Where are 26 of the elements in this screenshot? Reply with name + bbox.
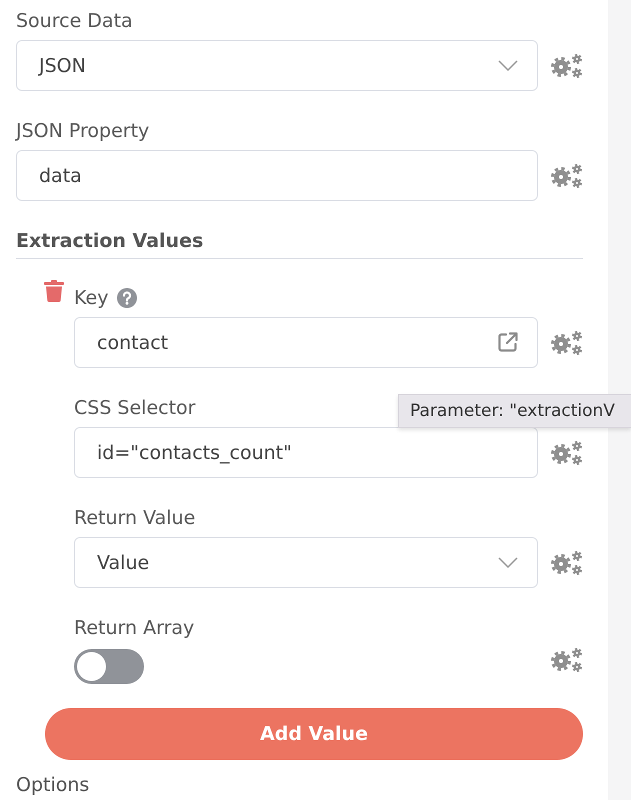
input-field[interactable]: contact: [74, 317, 538, 368]
gears-icon[interactable]: [551, 330, 583, 354]
tooltip: Parameter: "extractionV: [398, 394, 631, 428]
field-label: Source Data: [16, 9, 133, 34]
gears-icon[interactable]: [551, 648, 583, 672]
external-link-icon[interactable]: [497, 332, 518, 353]
field-label: CSS Selector: [74, 396, 196, 421]
select-field[interactable]: Value: [74, 537, 538, 588]
input-field[interactable]: id="contacts_count": [74, 427, 538, 478]
toggle-switch[interactable]: [74, 649, 144, 684]
gears-icon[interactable]: [551, 54, 583, 78]
section-heading: Options: [16, 774, 90, 796]
gears-icon[interactable]: [551, 164, 583, 188]
trash-icon[interactable]: [44, 280, 64, 302]
input-field[interactable]: data: [16, 150, 538, 201]
field-label: Return Array: [74, 616, 194, 641]
field-label: Return Value: [74, 506, 196, 531]
help-icon[interactable]: [117, 288, 138, 308]
chevron-down-icon: [498, 557, 518, 568]
section-heading: Extraction Values: [16, 229, 204, 254]
field-label: JSON Property: [16, 119, 150, 144]
select-field[interactable]: JSON: [16, 40, 538, 91]
chevron-down-icon: [498, 60, 518, 71]
gears-icon[interactable]: [551, 440, 583, 464]
gears-icon[interactable]: [551, 550, 583, 574]
field-label: Key: [74, 286, 108, 311]
